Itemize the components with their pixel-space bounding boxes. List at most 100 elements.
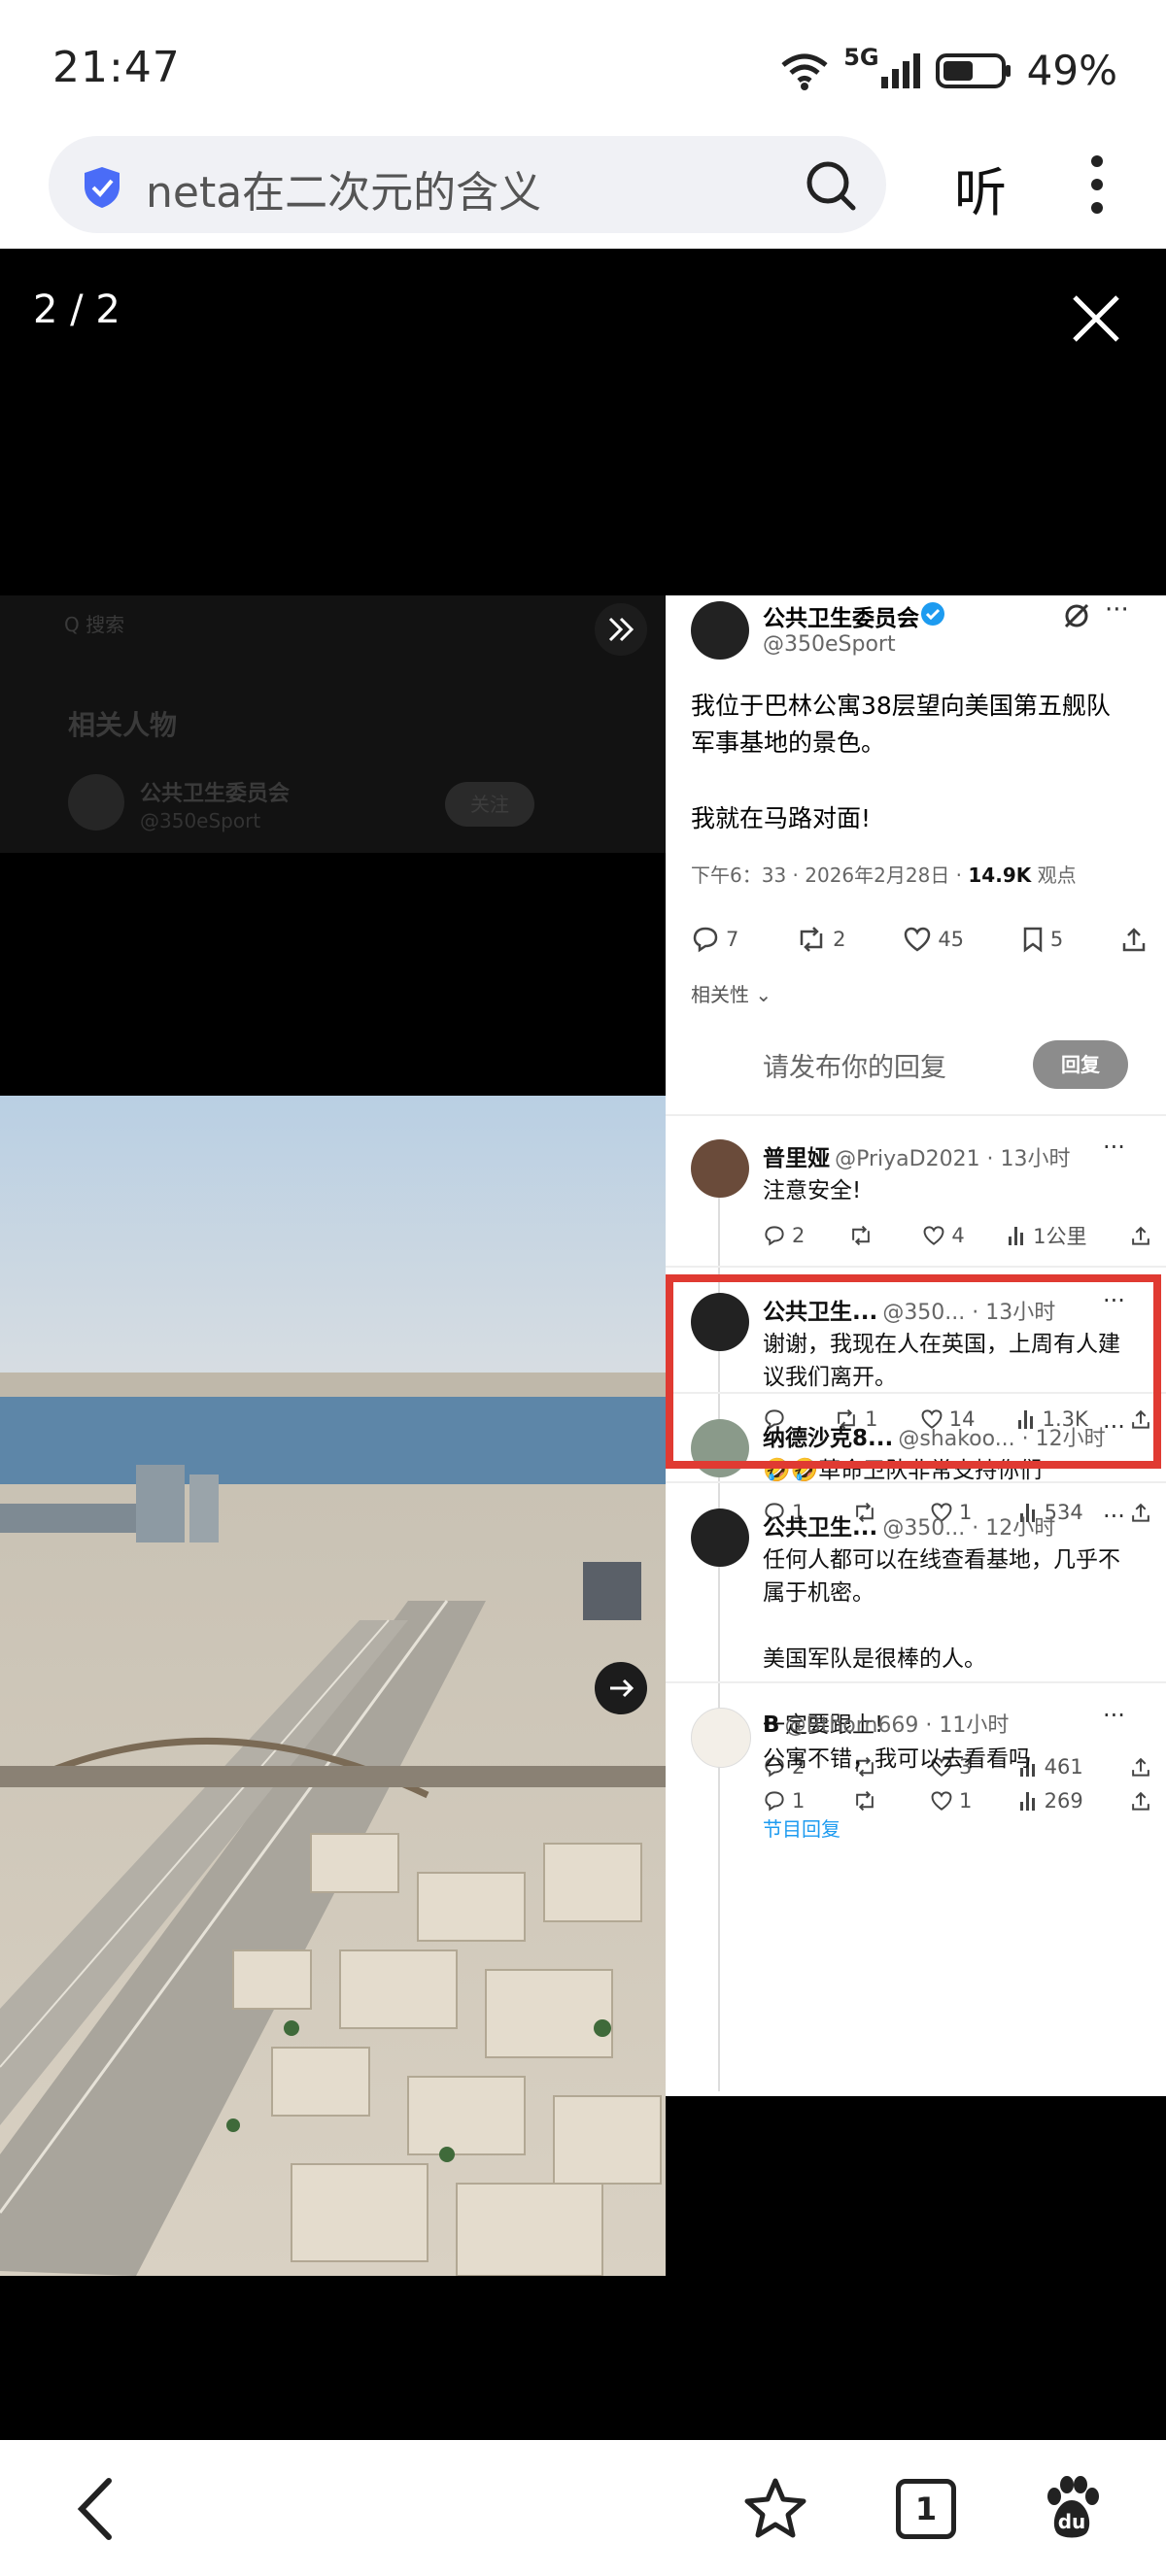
show-replies-link[interactable]: 节目回复 [763, 1813, 840, 1842]
reply-views[interactable]: 269 [1019, 1789, 1083, 1813]
repost-count: 2 [833, 928, 846, 951]
replies-list: 普里娅 @PriyaD2021 · 13小时 ··· 注意安全! 2 4 1公里 公共卫生.… [666, 1120, 1166, 2091]
status-icons: 5G 49% [779, 43, 1117, 94]
close-icon[interactable] [1069, 291, 1123, 346]
reply-actions: 2 4 1公里 [763, 1221, 1151, 1250]
reply-placeholder[interactable]: 请发布你的回复 [763, 1046, 946, 1084]
star-icon[interactable] [742, 2477, 808, 2539]
status-time: 21:47 [52, 43, 181, 92]
post-time: 下午6：33 · 2026年2月28日 · [691, 864, 969, 887]
highlight-box [666, 1274, 1161, 1469]
dimmed-avatar [68, 774, 124, 830]
reply-text-line: 公寓不错，我可以去看看吗 [763, 1746, 1031, 1772]
wifi-icon [781, 53, 828, 90]
expand-icon[interactable] [595, 603, 647, 656]
reply-like[interactable]: 4 [922, 1224, 965, 1247]
author-avatar [691, 601, 749, 660]
reply-handle: @PriyaD2021 · 13小时 [835, 1147, 1071, 1171]
reply-author: 公共卫生... [763, 1515, 878, 1541]
post-meta: 下午6：33 · 2026年2月28日 · 14.9K 观点 [691, 860, 1077, 888]
reply-submit-button[interactable]: 回复 [1033, 1040, 1128, 1089]
signal-icon [880, 52, 920, 88]
more-menu-icon[interactable] [1090, 153, 1104, 216]
reply-view-count: 1公里 [1033, 1225, 1087, 1248]
reply-like-count: 4 [951, 1224, 965, 1247]
reply-views[interactable]: 1公里 [1008, 1221, 1087, 1250]
bookmark-count: 5 [1049, 928, 1064, 951]
tabs-button[interactable]: 1 [896, 2479, 956, 2539]
dimmed-header: Q 搜索 相关人物 公共卫生委员会 @350eSport 关注 [0, 595, 666, 853]
battery-percent: 49% [1026, 47, 1117, 94]
reply-composer[interactable]: 请发布你的回复 回复 [666, 1013, 1166, 1110]
shield-icon [85, 167, 120, 208]
divider [666, 1266, 1166, 1268]
post-text-line2: 军事基地的景色。 [691, 729, 886, 757]
views-icon [1009, 1227, 1024, 1245]
sort-dropdown[interactable]: 相关性 ⌄ [691, 979, 772, 1007]
search-icon[interactable] [805, 159, 857, 212]
repost-action[interactable]: 2 [796, 926, 846, 953]
address-bar-area: neta在二次元的含义 听 [0, 136, 1166, 249]
reply-view-count: 269 [1044, 1789, 1083, 1813]
reply-header: B @Bthorn669 · 11小时 [763, 1708, 1151, 1739]
reply-more-icon[interactable]: ··· [1103, 1503, 1125, 1530]
dimmed-related-name: 公共卫生委员会 [140, 782, 291, 806]
reply-avatar [691, 1139, 749, 1198]
reply-header: 普里娅 @PriyaD2021 · 13小时 [763, 1139, 1151, 1172]
reply-like-count: 1 [958, 1789, 973, 1813]
reply-more-icon[interactable]: ··· [1103, 1702, 1125, 1729]
reply-comment[interactable]: 2 [763, 1224, 805, 1247]
like-count: 45 [938, 928, 965, 951]
bottom-navigation: 1 du [0, 2440, 1166, 2576]
image-viewer: 2 / 2 Q 搜索 相关人物 公共卫生委员会 @350eSport 关注 公共… [0, 249, 1166, 2440]
grok-icon[interactable] [1062, 601, 1091, 630]
like-action[interactable]: 45 [903, 926, 964, 953]
post-views-label: 观点 [1037, 864, 1077, 887]
reply-author: B [763, 1712, 780, 1738]
heart-icon [923, 1226, 944, 1245]
bookmark-action[interactable]: 5 [1021, 926, 1063, 953]
reply-text-line: 美国军队是很棒的人。 [763, 1646, 986, 1672]
reply-handle: @Bthorn669 · 11小时 [784, 1713, 1010, 1738]
reply-actions: 1 1 269 [763, 1789, 1151, 1813]
post-more-icon[interactable]: ··· [1105, 595, 1129, 625]
reply-action[interactable]: 7 [691, 926, 738, 953]
sort-label: 相关性 [691, 983, 749, 1006]
tab-count: 1 [914, 2491, 938, 2527]
share-icon[interactable] [1130, 1225, 1151, 1246]
reply-comment[interactable]: 1 [763, 1789, 805, 1813]
status-bar: 21:47 5G 49% [0, 0, 1166, 136]
reply-handle: @350... · 12小时 [882, 1516, 1056, 1541]
reply-header: 公共卫生... @350... · 12小时 [763, 1508, 1151, 1542]
next-arrow-icon[interactable] [595, 1662, 647, 1714]
verified-badge-icon [921, 602, 944, 626]
reply-body: 公寓不错，我可以去看看吗 [763, 1743, 1142, 1776]
share-icon[interactable] [1120, 926, 1148, 953]
reply-repost[interactable] [848, 1225, 879, 1246]
reply-more-icon[interactable]: ··· [1103, 1134, 1125, 1161]
comment-icon [693, 927, 718, 953]
dimmed-follow-button: 关注 [445, 782, 534, 827]
dimmed-related-title: 相关人物 [68, 709, 178, 741]
reply-comment-count: 1 [792, 1789, 806, 1813]
post-action-bar: 7 2 45 5 [691, 926, 1148, 953]
reply-text-line [763, 1610, 1142, 1643]
baidu-paw-icon[interactable]: du [1042, 2475, 1102, 2539]
heart-icon [905, 927, 931, 952]
repost-icon [800, 927, 823, 952]
search-query[interactable]: neta在二次元的含义 [146, 157, 541, 220]
share-icon[interactable] [1130, 1790, 1151, 1812]
reply-author: 普里娅 [763, 1146, 830, 1171]
post-text-line1: 我位于巴林公寓38层望向美国第五舰队 [691, 692, 1111, 720]
network-badge: 5G [843, 43, 879, 71]
post-text-line3: 我就在马路对面! [691, 804, 872, 832]
reply-body: 注意安全! [763, 1174, 1142, 1207]
repost-icon [852, 1225, 870, 1246]
back-icon[interactable] [72, 2475, 117, 2543]
reply-repost[interactable] [852, 1790, 883, 1812]
listen-button[interactable]: 听 [954, 150, 1007, 226]
reply-like[interactable]: 1 [930, 1789, 972, 1813]
divider [666, 1481, 1166, 1483]
author-handle: @350eSport [763, 632, 896, 657]
search-bar[interactable]: neta在二次元的含义 [49, 136, 886, 233]
